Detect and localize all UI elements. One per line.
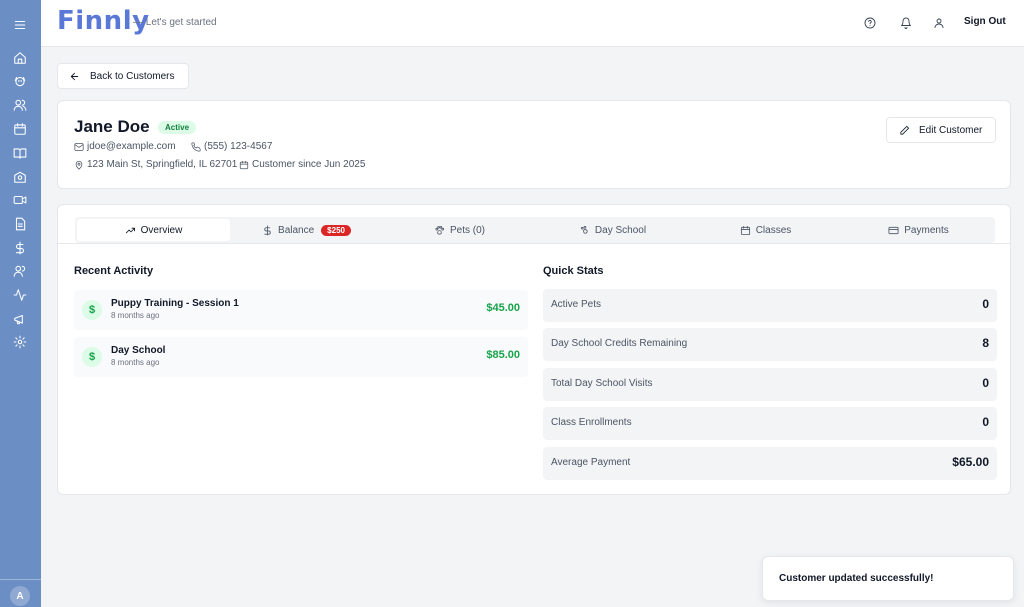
stat-label: Active Pets bbox=[551, 299, 602, 310]
phone-text: (555) 123-4567 bbox=[204, 141, 273, 152]
phone-icon bbox=[191, 141, 201, 152]
tab-classes[interactable]: Classes bbox=[689, 219, 842, 241]
school-icon[interactable] bbox=[11, 168, 29, 186]
stat-label: Day School Credits Remaining bbox=[551, 338, 688, 349]
tab-label: Day School bbox=[594, 224, 647, 236]
stat-row: Class Enrollments 0 bbox=[543, 407, 997, 440]
avatar[interactable]: A bbox=[10, 586, 30, 606]
dollar-icon[interactable] bbox=[11, 239, 29, 257]
credit-card-icon bbox=[888, 226, 899, 234]
tab-pets[interactable]: Pets (0) bbox=[383, 219, 536, 241]
tab-label: Pets (0) bbox=[449, 224, 485, 236]
activity-amount: $85.00 bbox=[486, 349, 520, 361]
customer-address: 123 Main St, Springfield, IL 62701 bbox=[74, 159, 237, 170]
users-icon[interactable] bbox=[11, 96, 29, 114]
email-text: jdoe@example.com bbox=[87, 141, 176, 152]
tab-label: Balance bbox=[278, 224, 315, 236]
book-icon[interactable] bbox=[11, 144, 29, 162]
stat-label: Average Payment bbox=[551, 457, 631, 468]
stat-value: $65.00 bbox=[952, 455, 989, 469]
activity-amount: $45.00 bbox=[486, 302, 520, 314]
toast-message: Customer updated successfully! bbox=[779, 573, 934, 584]
arrow-left-icon bbox=[70, 72, 79, 80]
stat-value: 0 bbox=[982, 297, 989, 311]
customer-phone: (555) 123-4567 bbox=[191, 141, 272, 152]
pencil-icon bbox=[900, 125, 910, 135]
toast-notification[interactable]: Customer updated successfully! bbox=[762, 556, 1014, 601]
stat-value: 0 bbox=[982, 376, 989, 390]
address-text: 123 Main St, Springfield, IL 62701 bbox=[87, 159, 238, 170]
stat-label: Class Enrollments bbox=[551, 417, 632, 428]
status-badge: Active bbox=[158, 121, 197, 134]
customer-email: jdoe@example.com bbox=[74, 141, 176, 152]
activity-title: Puppy Training - Session 1 bbox=[111, 298, 239, 309]
map-pin-icon bbox=[75, 160, 83, 170]
trending-up-icon bbox=[125, 227, 135, 233]
tab-bar: Overview Balance $250 Pets (0) Day Schoo… bbox=[75, 217, 995, 243]
customer-card: Jane Doe Active jdoe@example.com (555) 1… bbox=[57, 100, 1011, 189]
customer-detail-panel: Overview Balance $250 Pets (0) Day Schoo… bbox=[57, 204, 1011, 495]
activity-time: 8 months ago bbox=[111, 311, 160, 320]
stat-row: Total Day School Visits 0 bbox=[543, 368, 997, 401]
stat-row: Active Pets 0 bbox=[543, 289, 997, 322]
paw-icon bbox=[435, 225, 445, 235]
tab-balance[interactable]: Balance $250 bbox=[230, 219, 383, 241]
sign-out-button[interactable]: Sign Out bbox=[964, 16, 1006, 27]
tab-overview[interactable]: Overview bbox=[77, 219, 230, 241]
sidebar: A bbox=[0, 0, 41, 607]
stat-row: Day School Credits Remaining 8 bbox=[543, 328, 997, 361]
home-icon[interactable] bbox=[11, 49, 29, 67]
megaphone-icon[interactable] bbox=[11, 310, 29, 328]
activity-title: Day School bbox=[111, 345, 166, 356]
calendar-icon[interactable] bbox=[11, 120, 29, 138]
gear-icon[interactable] bbox=[11, 333, 29, 351]
edit-customer-button[interactable]: Edit Customer bbox=[886, 117, 996, 143]
activity-item[interactable]: $ Puppy Training - Session 1 8 months ag… bbox=[74, 290, 528, 330]
bell-icon[interactable] bbox=[899, 16, 913, 30]
app-tagline: — Let's get started bbox=[133, 17, 217, 28]
mail-icon bbox=[74, 142, 84, 151]
back-to-customers-button[interactable]: Back to Customers bbox=[57, 63, 189, 89]
customer-since: Customer since Jun 2025 bbox=[239, 159, 365, 170]
calendar-icon bbox=[239, 160, 249, 169]
activity-item[interactable]: $ Day School 8 months ago $85.00 bbox=[74, 337, 528, 377]
stat-value: 0 bbox=[982, 415, 989, 429]
menu-icon[interactable] bbox=[11, 16, 29, 34]
staff-icon[interactable] bbox=[11, 262, 29, 280]
top-header: Finnly — Let's get started Sign Out bbox=[41, 0, 1024, 47]
tab-label: Classes bbox=[755, 224, 792, 236]
document-icon[interactable] bbox=[11, 215, 29, 233]
quick-stats-title: Quick Stats bbox=[543, 265, 604, 277]
dollar-icon: $ bbox=[82, 300, 102, 320]
recent-activity-title: Recent Activity bbox=[74, 265, 154, 277]
paw-print-icon bbox=[580, 225, 588, 234]
back-button-label: Back to Customers bbox=[90, 70, 175, 82]
edit-customer-label: Edit Customer bbox=[919, 124, 983, 136]
dollar-icon bbox=[264, 225, 271, 235]
tabs-divider bbox=[58, 243, 1010, 244]
activity-time: 8 months ago bbox=[111, 358, 160, 367]
stat-row: Average Payment $65.00 bbox=[543, 447, 997, 480]
video-icon[interactable] bbox=[11, 191, 29, 209]
dog-icon[interactable] bbox=[11, 72, 29, 90]
balance-badge: $250 bbox=[321, 224, 351, 236]
help-icon[interactable] bbox=[863, 16, 877, 30]
sidebar-divider bbox=[0, 579, 41, 580]
dollar-icon: $ bbox=[82, 347, 102, 367]
user-icon[interactable] bbox=[932, 16, 946, 30]
tab-label: Overview bbox=[140, 224, 183, 236]
tab-payments[interactable]: Payments bbox=[842, 219, 995, 241]
since-text: Customer since Jun 2025 bbox=[252, 159, 366, 170]
tab-day-school[interactable]: Day School bbox=[536, 219, 689, 241]
calendar-icon bbox=[740, 225, 750, 235]
customer-name: Jane Doe bbox=[74, 117, 150, 136]
tab-label: Payments bbox=[904, 224, 949, 236]
stat-value: 8 bbox=[982, 336, 989, 350]
stat-label: Total Day School Visits bbox=[551, 378, 653, 389]
activity-icon[interactable] bbox=[11, 286, 29, 304]
